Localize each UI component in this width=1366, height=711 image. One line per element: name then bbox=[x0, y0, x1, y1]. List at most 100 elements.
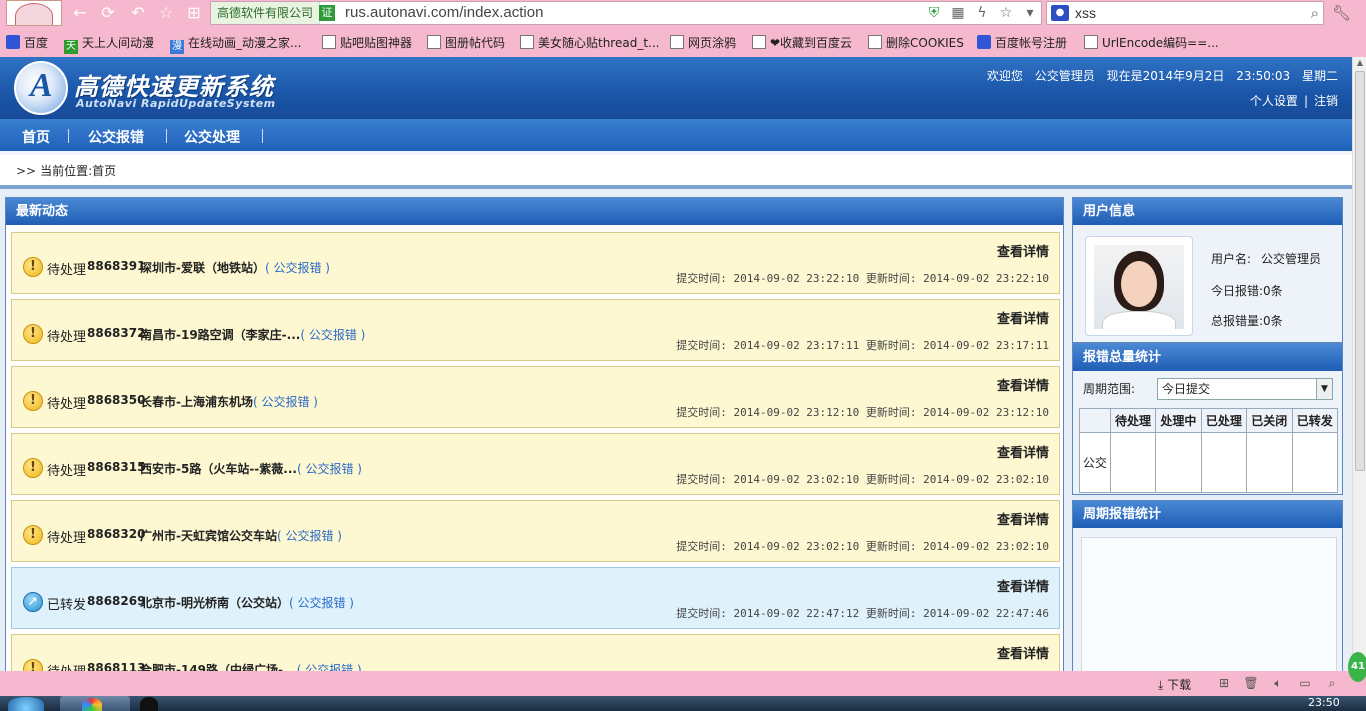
news-item[interactable]: ! 待处理 8868391 深圳市-爱联（地铁站）( 公交报错 ) 查看详情 提… bbox=[11, 232, 1060, 294]
download-label[interactable]: 下载 bbox=[1167, 678, 1191, 692]
page-thumbnail[interactable] bbox=[6, 0, 62, 26]
news-title[interactable]: 北京市-明光桥南（公交站）( 公交报错 ) bbox=[140, 594, 354, 611]
trash-icon[interactable]: 🗑︎ bbox=[1243, 676, 1259, 690]
news-item[interactable]: ! 待处理 8868320 广州市-天虹宾馆公交车站( 公交报错 ) 查看详情 … bbox=[11, 500, 1060, 562]
search-icon[interactable]: ⌕ bbox=[1311, 4, 1319, 22]
view-details-link[interactable]: 查看详情 bbox=[997, 308, 1049, 327]
news-status: 待处理 bbox=[47, 464, 87, 479]
news-title-text[interactable]: 广州市-天虹宾馆公交车站 bbox=[140, 529, 277, 543]
address-bar[interactable]: 高德软件有限公司 证 rus.autonavi.com/index.action… bbox=[210, 1, 1042, 25]
site-identity[interactable]: 高德软件有限公司 bbox=[211, 2, 321, 24]
view-details-link[interactable]: 查看详情 bbox=[997, 442, 1049, 461]
bookmark-item[interactable]: 删除COOKIES bbox=[868, 34, 964, 52]
search-box[interactable]: ● xss ⌕ bbox=[1046, 1, 1324, 25]
url-text[interactable]: rus.autonavi.com/index.action bbox=[345, 2, 543, 24]
news-item[interactable]: ! 待处理 8868113 合肥市-149路（中绿广场-...( 公交报错 ) … bbox=[11, 634, 1060, 671]
news-tag[interactable]: ( 公交报错 ) bbox=[253, 395, 318, 409]
news-title[interactable]: 西安市-5路（火车站--紫薇...( 公交报错 ) bbox=[140, 460, 362, 477]
logout-link[interactable]: 注销 bbox=[1314, 94, 1338, 108]
page-icon bbox=[752, 35, 766, 49]
news-item[interactable]: ➚ 已转发 8868269 北京市-明光桥南（公交站）( 公交报错 ) 查看详情… bbox=[11, 567, 1060, 629]
browser-task-button[interactable] bbox=[60, 696, 130, 711]
news-title-text[interactable]: 西安市-5路（火车站--紫薇... bbox=[140, 462, 297, 476]
period-select[interactable]: 今日提交 ▼ bbox=[1157, 378, 1333, 400]
bookmark-label: 图册帖代码 bbox=[445, 36, 506, 50]
view-details-link[interactable]: 查看详情 bbox=[997, 375, 1049, 394]
download-button[interactable]: ⤓ 下载 bbox=[1158, 676, 1191, 693]
news-title[interactable]: 广州市-天虹宾馆公交车站( 公交报错 ) bbox=[140, 527, 342, 544]
taskbar-clock[interactable]: 23:50 bbox=[1308, 696, 1340, 709]
bookmark-item[interactable]: 贴吧贴图神器 bbox=[322, 34, 412, 52]
news-title[interactable]: 深圳市-爱联（地铁站）( 公交报错 ) bbox=[140, 259, 330, 276]
bookmark-item[interactable]: 美女随心贴thread_t... bbox=[520, 34, 659, 52]
news-tag[interactable]: ( 公交报错 ) bbox=[297, 462, 362, 476]
today-errors-value: 0条 bbox=[1263, 284, 1283, 298]
news-item[interactable]: ! 待处理 8868315 西安市-5路（火车站--紫薇...( 公交报错 ) … bbox=[11, 433, 1060, 495]
lightning-icon[interactable]: ϟ bbox=[973, 4, 991, 22]
news-id: 8868315 bbox=[87, 460, 146, 474]
news-title-text[interactable]: 深圳市-爱联（地铁站） bbox=[140, 261, 265, 275]
now-label: 现在是 bbox=[1106, 69, 1143, 83]
news-item[interactable]: ! 待处理 8868350 长春市-上海浦东机场( 公交报错 ) 查看详情 提交… bbox=[11, 366, 1060, 428]
bookmark-star-icon[interactable]: ☆ bbox=[997, 4, 1015, 22]
news-time: 提交时间: 2014-09-02 23:02:10 更新时间: 2014-09-… bbox=[676, 473, 1049, 486]
menu-bus-errors[interactable]: 公交报错 bbox=[88, 127, 144, 147]
user-name-label: 用户名: bbox=[1211, 252, 1252, 266]
news-title-text[interactable]: 北京市-明光桥南（公交站） bbox=[140, 596, 289, 610]
settings-link[interactable]: 个人设置 bbox=[1250, 94, 1298, 108]
back-icon[interactable]: ← bbox=[70, 4, 90, 22]
search-input[interactable]: xss bbox=[1075, 2, 1096, 24]
view-details-link[interactable]: 查看详情 bbox=[997, 576, 1049, 595]
qq-icon[interactable] bbox=[140, 697, 158, 711]
page-scrollbar[interactable]: ▲ ▼ bbox=[1352, 57, 1366, 671]
bookmark-item[interactable]: UrlEncode编码==... bbox=[1084, 34, 1219, 52]
undo-icon[interactable]: ↶ bbox=[128, 4, 148, 22]
star-icon[interactable]: ☆ bbox=[156, 4, 176, 22]
news-tag[interactable]: ( 公交报错 ) bbox=[277, 529, 342, 543]
bookmark-item[interactable]: ❤收藏到百度云 bbox=[752, 34, 852, 52]
period-select-value[interactable]: 今日提交 bbox=[1162, 382, 1210, 396]
view-details-link[interactable]: 查看详情 bbox=[997, 241, 1049, 260]
view-details-link[interactable]: 查看详情 bbox=[997, 643, 1049, 662]
start-button[interactable] bbox=[8, 697, 44, 711]
certificate-icon[interactable]: 证 bbox=[319, 5, 335, 21]
baidu-paw-icon[interactable]: ● bbox=[1051, 5, 1069, 21]
menu-home[interactable]: 首页 bbox=[22, 127, 50, 147]
menu-bus-processing[interactable]: 公交处理 bbox=[184, 127, 240, 147]
bookmark-item[interactable]: 天天上人间动漫 bbox=[64, 34, 154, 54]
bookmark-item[interactable]: 百度 bbox=[6, 34, 48, 52]
qr-icon[interactable]: ▦ bbox=[949, 4, 967, 22]
speaker-icon[interactable]: 🔈︎ bbox=[1270, 676, 1286, 690]
grid-icon[interactable]: ⊞ bbox=[184, 4, 204, 22]
plus-icon[interactable]: ⊞ bbox=[1216, 676, 1232, 690]
refresh-icon[interactable]: ⟳ bbox=[98, 4, 118, 22]
news-id: 8868320 bbox=[87, 527, 146, 541]
bookmark-item[interactable]: 漫在线动画_动漫之家... bbox=[170, 34, 301, 54]
autonavi-logo-icon[interactable] bbox=[14, 61, 68, 115]
news-title-text[interactable]: 合肥市-149路（中绿广场-... bbox=[140, 663, 297, 671]
news-title-text[interactable]: 长春市-上海浦东机场 bbox=[140, 395, 253, 409]
scroll-thumb[interactable] bbox=[1355, 71, 1365, 471]
wrench-icon[interactable]: 🔧︎ bbox=[1332, 4, 1351, 22]
chevron-down-icon[interactable]: ▼ bbox=[1316, 379, 1332, 399]
news-tag[interactable]: ( 公交报错 ) bbox=[289, 596, 354, 610]
news-tag[interactable]: ( 公交报错 ) bbox=[297, 663, 362, 671]
window-icon[interactable]: ▭ bbox=[1297, 676, 1313, 690]
bookmark-item[interactable]: 网页涂鸦 bbox=[670, 34, 736, 52]
news-tag[interactable]: ( 公交报错 ) bbox=[300, 328, 365, 342]
bookmark-item[interactable]: 百度帐号注册 bbox=[977, 34, 1067, 52]
bookmark-item[interactable]: 图册帖代码 bbox=[427, 34, 505, 52]
news-title-text[interactable]: 南昌市-19路空调（李家庄-... bbox=[140, 328, 300, 342]
news-title[interactable]: 长春市-上海浦东机场( 公交报错 ) bbox=[140, 393, 318, 410]
shield-icon[interactable]: ⛨ bbox=[925, 4, 943, 22]
zoom-icon[interactable]: ⌕ bbox=[1324, 676, 1340, 690]
avatar-face bbox=[1121, 261, 1157, 307]
news-tag[interactable]: ( 公交报错 ) bbox=[265, 261, 330, 275]
view-details-link[interactable]: 查看详情 bbox=[997, 509, 1049, 528]
scroll-up-icon[interactable]: ▲ bbox=[1355, 58, 1365, 70]
chevron-down-icon[interactable]: ▾ bbox=[1021, 4, 1039, 22]
news-title[interactable]: 合肥市-149路（中绿广场-...( 公交报错 ) bbox=[140, 661, 362, 671]
news-title[interactable]: 南昌市-19路空调（李家庄-...( 公交报错 ) bbox=[140, 326, 365, 343]
news-item[interactable]: ! 待处理 8868372 南昌市-19路空调（李家庄-...( 公交报错 ) … bbox=[11, 299, 1060, 361]
speed-ball-icon[interactable]: 41 bbox=[1348, 652, 1366, 682]
